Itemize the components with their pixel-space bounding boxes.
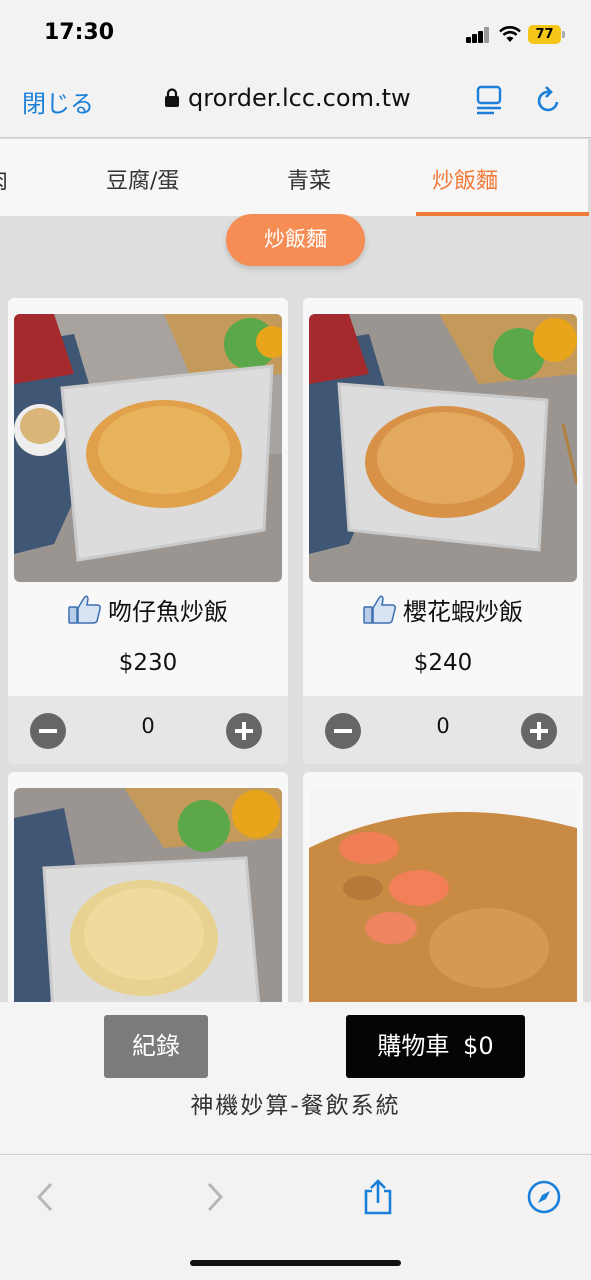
browser-url-bar: 閉じる qrorder.lcc.com.tw xyxy=(0,66,591,138)
url-text: qrorder.lcc.com.tw xyxy=(188,84,411,112)
lock-icon xyxy=(165,88,179,107)
status-bar: 17:30 77 xyxy=(0,0,591,66)
quantity-stepper: 0 xyxy=(8,696,288,764)
product-price: $240 xyxy=(413,650,473,676)
section-title: 炒飯麵 xyxy=(226,214,365,266)
status-time: 17:30 xyxy=(44,20,115,45)
product-photo[interactable] xyxy=(309,788,577,1012)
product-photo[interactable] xyxy=(14,314,282,582)
address-field[interactable]: qrorder.lcc.com.tw xyxy=(164,84,411,112)
share-icon[interactable] xyxy=(360,1179,396,1215)
product-name: 櫻花蝦炒飯 xyxy=(403,598,523,626)
bottom-action-panel: 紀錄 購物車 $0 神機妙算-餐飲系統 xyxy=(0,1002,591,1154)
product-card[interactable] xyxy=(8,772,288,1012)
cart-button[interactable]: 購物車 $0 xyxy=(346,1015,525,1078)
tab-fried-rice-noodles[interactable]: 炒飯麵 xyxy=(432,163,498,195)
product-photo[interactable] xyxy=(14,788,282,1012)
product-price: $230 xyxy=(118,650,178,676)
quantity-stepper: 0 xyxy=(303,696,583,764)
product-card[interactable] xyxy=(303,772,583,1012)
reader-icon[interactable] xyxy=(474,84,504,116)
tab-vegetables[interactable]: 青菜 xyxy=(287,163,331,195)
tab-meat[interactable]: 肉 xyxy=(0,163,8,195)
back-icon[interactable] xyxy=(28,1179,64,1215)
product-card[interactable]: 吻仔魚炒飯 $230 0 xyxy=(8,298,288,764)
battery-icon: 77 xyxy=(528,25,566,44)
home-indicator xyxy=(190,1260,401,1266)
thumbs-up-icon[interactable] xyxy=(363,594,397,624)
plus-icon[interactable] xyxy=(226,713,262,749)
thumbs-up-icon[interactable] xyxy=(68,594,102,624)
tab-tofu-egg[interactable]: 豆腐/蛋 xyxy=(106,163,179,195)
product-name-row: 吻仔魚炒飯 xyxy=(8,592,288,627)
history-button[interactable]: 紀錄 xyxy=(104,1015,208,1078)
product-name: 吻仔魚炒飯 xyxy=(108,598,228,626)
reload-icon[interactable] xyxy=(534,84,564,116)
active-tab-indicator xyxy=(416,212,589,216)
close-button[interactable]: 閉じる xyxy=(22,84,94,119)
forward-icon[interactable] xyxy=(196,1179,232,1215)
product-name-row: 櫻花蝦炒飯 xyxy=(303,592,583,627)
cellular-signal-icon xyxy=(466,27,492,43)
wifi-icon xyxy=(499,26,521,42)
plus-icon[interactable] xyxy=(521,713,557,749)
product-card[interactable]: 櫻花蝦炒飯 $240 0 xyxy=(303,298,583,764)
cart-label: 購物車 xyxy=(377,1032,450,1060)
compass-icon[interactable] xyxy=(526,1179,562,1215)
system-name: 神機妙算-餐飲系統 xyxy=(190,1093,401,1119)
battery-level: 77 xyxy=(528,25,561,44)
cart-total: $0 xyxy=(463,1032,494,1060)
product-photo[interactable] xyxy=(309,314,577,582)
category-tabs: 肉 豆腐/蛋 青菜 炒飯麵 xyxy=(0,139,591,216)
